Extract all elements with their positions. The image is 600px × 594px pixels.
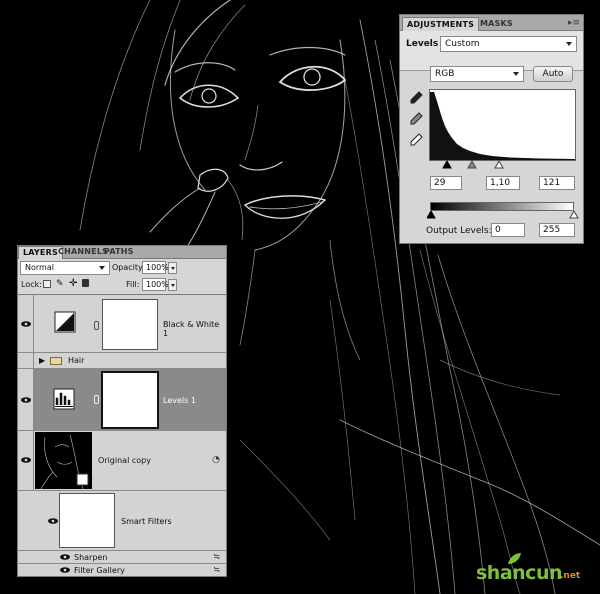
black-white-adjustment-icon	[54, 311, 76, 333]
auto-button[interactable]: Auto	[533, 66, 573, 82]
output-levels-slider[interactable]	[427, 211, 579, 219]
layer-name: Black & White 1	[163, 320, 220, 338]
black-output-handle	[427, 211, 436, 219]
gamma-input-handle	[467, 160, 477, 169]
fill-dropdown-icon[interactable]	[168, 279, 177, 291]
smart-filter-mask-thumbnail[interactable]	[59, 493, 115, 548]
opacity-field[interactable]: 100%	[142, 261, 169, 274]
watermark: shancun .net	[476, 552, 596, 586]
layer-mask-thumbnail[interactable]	[101, 371, 159, 429]
filter-row-filter-gallery[interactable]: Filter Gallery ≒	[18, 564, 226, 576]
input-white-field[interactable]: 121	[539, 176, 575, 190]
tab-masks[interactable]: MASKS	[476, 17, 517, 31]
lock-pixels-icon[interactable]: ✎	[56, 279, 64, 289]
white-point-eyedropper-icon[interactable]	[409, 133, 423, 147]
adjustments-panel: ADJUSTMENTS MASKS ▸≡ Levels Custom RGB A…	[399, 14, 584, 244]
visibility-cell	[18, 564, 34, 576]
layer-row-black-white[interactable]: Black & White 1	[18, 295, 226, 353]
filter-row-sharpen[interactable]: Sharpen ≒	[18, 551, 226, 564]
eye-icon[interactable]	[21, 397, 31, 403]
visibility-cell[interactable]	[18, 431, 34, 490]
eye-icon[interactable]	[21, 457, 31, 463]
visibility-cell[interactable]	[18, 369, 34, 430]
levels-histogram	[429, 89, 576, 161]
black-input-handle	[442, 160, 452, 169]
white-output-handle	[569, 211, 579, 219]
channel-select[interactable]: RGB	[430, 66, 524, 82]
visibility-cell[interactable]	[18, 353, 34, 368]
black-point-eyedropper-icon[interactable]	[409, 91, 423, 105]
blend-mode-value: Normal	[25, 263, 54, 272]
link-icon[interactable]	[94, 395, 99, 404]
layer-list: Black & White 1 ▶ Hair Levels 1 Original…	[18, 294, 226, 576]
layer-image-thumbnail[interactable]	[35, 432, 92, 489]
lock-all-icon[interactable]	[82, 279, 89, 287]
channel-value: RGB	[435, 69, 455, 79]
blend-mode-select[interactable]: Normal	[20, 261, 110, 275]
tab-paths[interactable]: PATHS	[100, 246, 138, 259]
chevron-down-icon	[513, 72, 519, 76]
panel-menu-icon[interactable]: ▸≡	[568, 17, 580, 29]
layer-row-smart-filters[interactable]: Smart Filters	[18, 491, 226, 551]
opacity-dropdown-icon[interactable]	[168, 262, 177, 274]
filter-effects-icon[interactable]: ◔	[212, 455, 220, 465]
smart-object-badge-icon	[76, 473, 89, 486]
input-gamma-field[interactable]: 1,10	[486, 176, 520, 190]
blending-options-icon[interactable]: ≒	[213, 565, 220, 574]
eye-icon[interactable]	[21, 321, 31, 327]
layers-panel: LAYERS CHANNELS PATHS Normal Opacity: 10…	[17, 245, 227, 577]
folder-icon	[50, 357, 62, 365]
layer-name: Filter Gallery	[74, 566, 125, 575]
layer-row-hair-group[interactable]: ▶ Hair	[18, 353, 226, 369]
visibility-cell[interactable]	[18, 295, 34, 352]
visibility-cell	[18, 491, 34, 550]
input-black-field[interactable]: 29	[430, 176, 462, 190]
input-levels-slider[interactable]	[430, 160, 576, 170]
layer-name: Original copy	[98, 456, 151, 465]
adjustments-header: Levels Custom	[400, 31, 583, 71]
lock-label: Lock:	[21, 280, 42, 289]
gray-point-eyedropper-icon[interactable]	[409, 112, 423, 126]
layer-name: Levels 1	[163, 396, 196, 405]
preset-select[interactable]: Custom	[440, 36, 577, 52]
levels-adjustment-icon	[53, 388, 75, 410]
output-levels-label: Output Levels:	[426, 226, 492, 236]
layer-name: Hair	[68, 356, 85, 365]
layer-mask-thumbnail[interactable]	[102, 299, 158, 350]
output-black-field[interactable]: 0	[491, 223, 525, 237]
link-icon[interactable]	[94, 321, 99, 330]
layer-name: Smart Filters	[121, 517, 172, 526]
layers-tabbar: LAYERS CHANNELS PATHS	[18, 246, 226, 259]
layer-row-original-copy[interactable]: Original copy ◔	[18, 431, 226, 491]
watermark-text: shancun	[476, 562, 563, 584]
fill-field[interactable]: 100%	[142, 278, 169, 291]
tab-adjustments[interactable]: ADJUSTMENTS	[402, 17, 480, 31]
fill-label: Fill:	[126, 280, 140, 289]
adjustments-tabbar: ADJUSTMENTS MASKS ▸≡	[400, 15, 583, 31]
layer-name: Sharpen	[74, 553, 108, 562]
output-gradient-bar	[430, 202, 574, 211]
blending-options-icon[interactable]: ≒	[213, 552, 220, 561]
preset-value: Custom	[445, 39, 480, 49]
lock-position-icon[interactable]: ✛	[69, 278, 77, 289]
eye-icon[interactable]	[48, 518, 58, 524]
opacity-label: Opacity:	[112, 263, 145, 272]
watermark-suffix: .net	[560, 571, 581, 581]
chevron-down-icon	[99, 266, 105, 270]
eye-icon[interactable]	[60, 554, 70, 560]
visibility-cell	[18, 551, 34, 563]
chevron-down-icon	[566, 42, 572, 46]
adjustment-title: Levels	[406, 39, 439, 49]
output-white-field[interactable]: 255	[539, 223, 575, 237]
layer-row-levels[interactable]: Levels 1	[18, 369, 226, 431]
histogram-graph	[430, 92, 575, 160]
eye-icon[interactable]	[60, 567, 70, 573]
white-input-handle	[494, 160, 504, 169]
chevron-right-icon[interactable]: ▶	[39, 356, 45, 365]
lock-transparency-icon[interactable]	[43, 280, 51, 288]
